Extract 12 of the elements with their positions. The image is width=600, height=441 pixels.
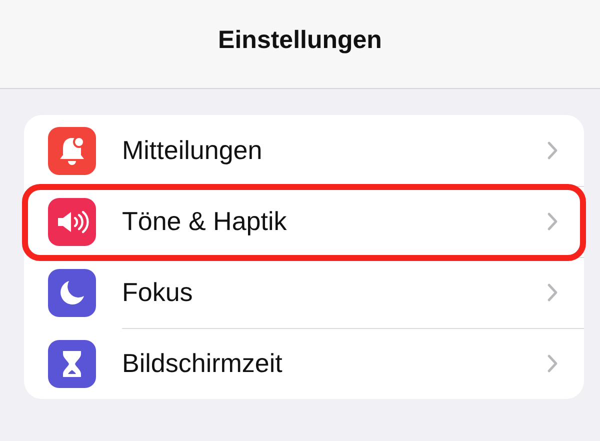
- chevron-icon: [547, 354, 558, 373]
- settings-item[interactable]: Töne & Haptik: [122, 206, 547, 236]
- hourglass-icon: [60, 348, 84, 378]
- moon-icon: [58, 278, 86, 306]
- speaker-icon: [55, 208, 89, 234]
- chevron-icon: [547, 140, 558, 160]
- settings-item[interactable]: Bildschirmzeit: [122, 348, 547, 379]
- chevron-icon: [547, 212, 558, 230]
- settings-item[interactable]: Fokus: [122, 276, 547, 308]
- settings-item[interactable]: Mitteilungen: [122, 134, 547, 166]
- screen-title: Einstellungen: [218, 26, 382, 54]
- chevron-icon: [547, 282, 558, 302]
